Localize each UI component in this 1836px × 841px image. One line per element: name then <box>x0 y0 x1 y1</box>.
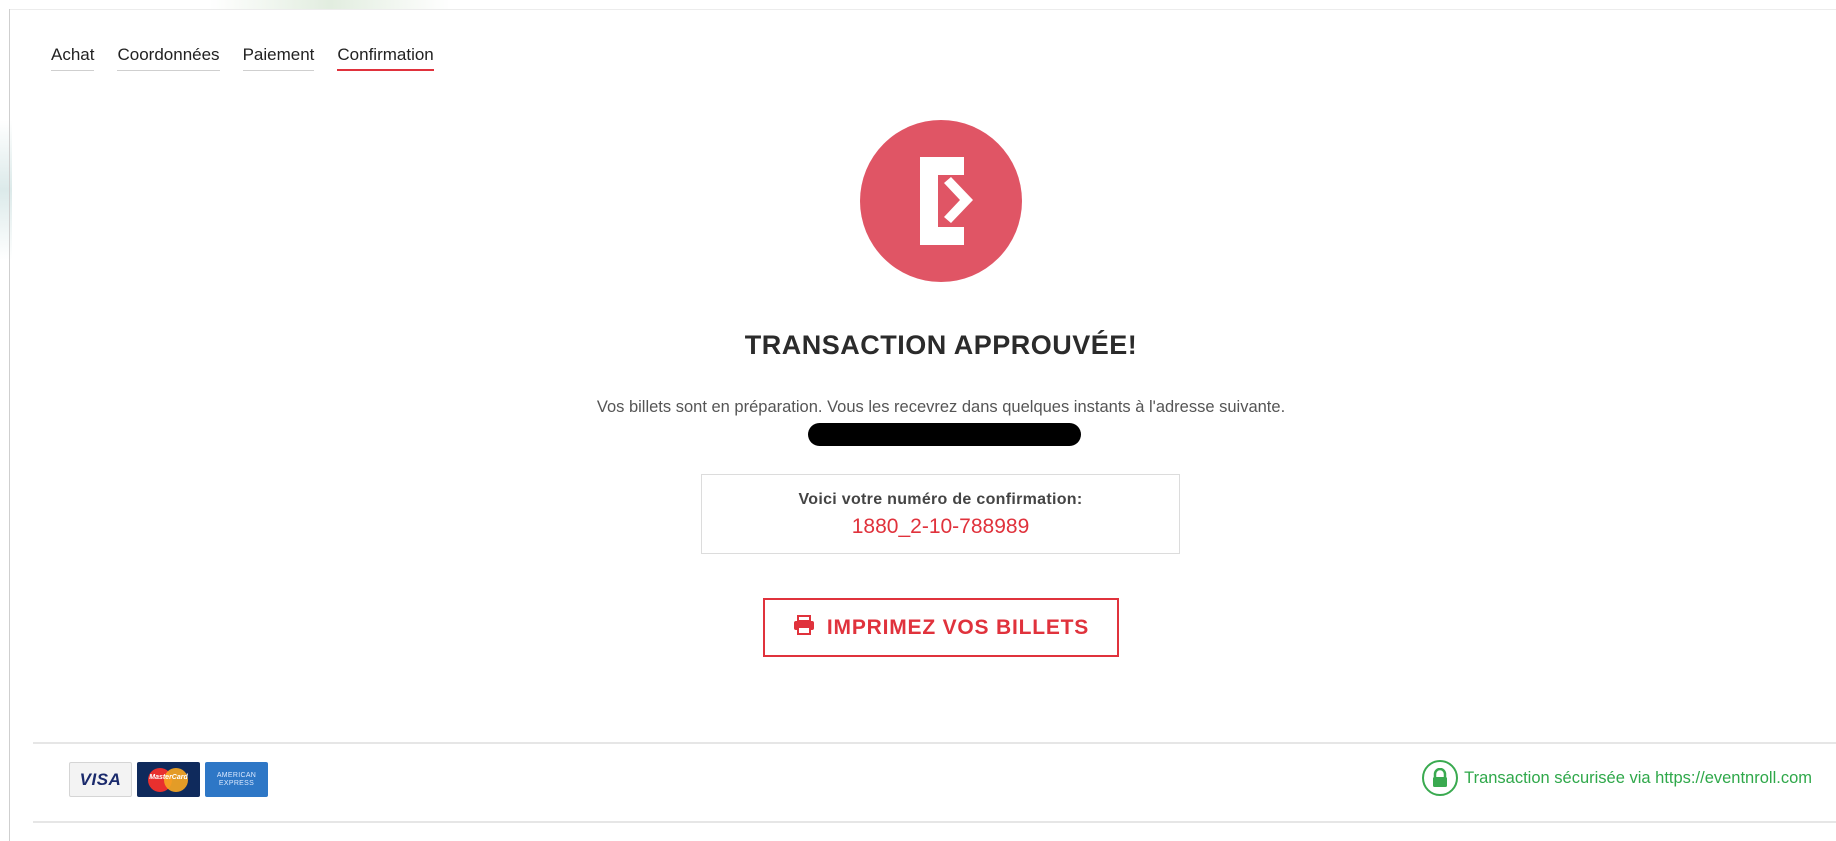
confirmation-message: Vos billets sont en préparation. Vous le… <box>596 398 1286 416</box>
amex-text-line1: AMERICAN <box>216 771 257 779</box>
mastercard-card-icon: MasterCard <box>137 762 200 797</box>
confirmation-number: 1880_2-10-788989 <box>851 515 1030 538</box>
secure-transaction-text[interactable]: Transaction sécurisée via https://eventn… <box>1464 769 1812 788</box>
confirmation-box: Voici votre numéro de confirmation: 1880… <box>701 474 1180 554</box>
footer-divider <box>33 742 1836 744</box>
footer-divider <box>33 821 1836 823</box>
lock-icon <box>1422 760 1459 796</box>
confirmation-number-label: Voici votre numéro de confirmation: <box>798 491 1083 508</box>
amex-card-icon: AMERICAN EXPRESS <box>205 762 268 797</box>
step-confirmation[interactable]: Confirmation <box>337 44 434 71</box>
eventnroll-logo-icon <box>860 120 1022 282</box>
frame-border <box>10 9 1836 10</box>
amex-text-line2: EXPRESS <box>218 779 255 787</box>
print-tickets-label: IMPRIMEZ VOS BILLETS <box>826 615 1090 639</box>
printer-icon <box>793 615 815 640</box>
mastercard-text: MasterCard <box>149 774 188 781</box>
payment-cards: VISA MasterCard AMERICAN EXPRESS <box>69 762 268 797</box>
checkout-steps: Achat Coordonnées Paiement Confirmation <box>51 44 457 71</box>
visa-text: VISA <box>79 769 122 789</box>
redacted-email <box>808 423 1081 446</box>
print-tickets-button[interactable]: IMPRIMEZ VOS BILLETS <box>763 598 1119 657</box>
frame-border <box>9 9 10 841</box>
step-achat[interactable]: Achat <box>51 44 95 71</box>
confirmation-page: Achat Coordonnées Paiement Confirmation … <box>0 0 1836 841</box>
step-coordonnees[interactable]: Coordonnées <box>117 44 220 71</box>
visa-card-icon: VISA <box>69 762 132 797</box>
background-decoration <box>0 120 12 260</box>
secure-transaction: Transaction sécurisée via https://eventn… <box>1422 760 1812 796</box>
page-title: TRANSACTION APPROUVÉE! <box>744 330 1138 360</box>
step-paiement[interactable]: Paiement <box>242 44 315 71</box>
